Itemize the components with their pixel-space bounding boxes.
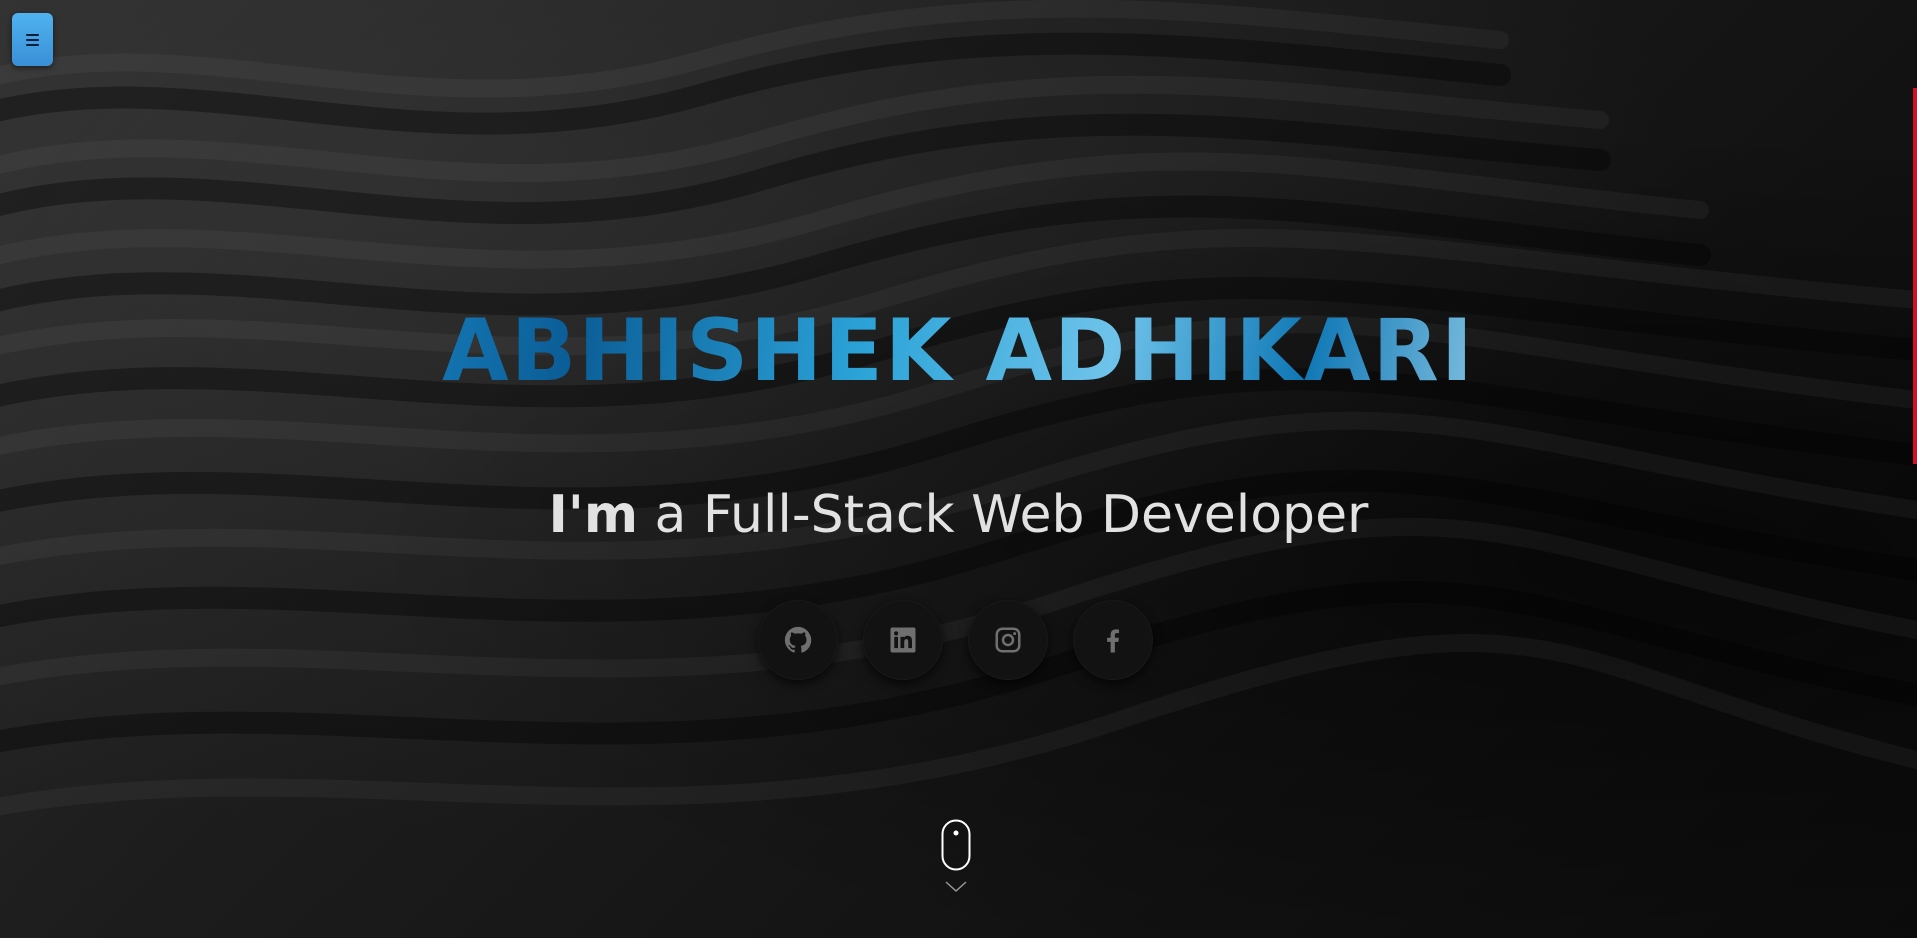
facebook-link[interactable] [1073, 600, 1153, 680]
mouse-scroll-icon[interactable] [941, 819, 971, 871]
subtitle-rest: a Full-Stack Web Developer [638, 485, 1369, 545]
linkedin-icon [890, 627, 916, 653]
hero-name: ABHISHEK ADHIKARI [0, 296, 1917, 406]
menu-toggle-button[interactable] [12, 13, 53, 66]
linkedin-link[interactable] [863, 600, 943, 680]
hero-section: ABHISHEK ADHIKARI I'm a Full-Stack Web D… [0, 0, 1917, 938]
sand-dunes-background [0, 0, 1917, 816]
social-links [758, 600, 1153, 680]
hero-subtitle: I'm a Full-Stack Web Developer [0, 480, 1917, 550]
instagram-link[interactable] [968, 600, 1048, 680]
scrollbar-thumb[interactable] [1913, 88, 1917, 464]
facebook-icon [1107, 629, 1119, 653]
chevron-down-icon [945, 881, 967, 893]
hamburger-icon [26, 33, 39, 46]
instagram-icon [995, 627, 1021, 653]
subtitle-strong: I'm [548, 485, 638, 545]
github-link[interactable] [758, 600, 838, 680]
github-icon [784, 626, 812, 653]
